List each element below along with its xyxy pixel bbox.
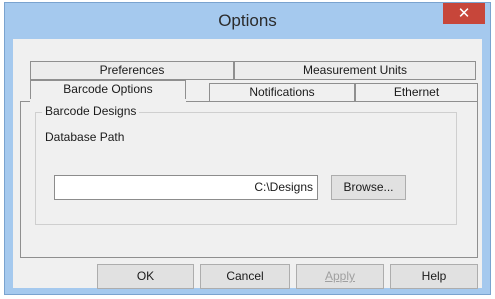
ok-label: OK	[136, 269, 155, 283]
tab-label: Barcode Options	[63, 82, 153, 96]
tab-notifications[interactable]: Notifications	[209, 83, 355, 102]
barcode-designs-group: Barcode Designs Database Path C:\Designs…	[35, 104, 457, 225]
apply-button[interactable]: Apply	[296, 264, 384, 289]
titlebar[interactable]: Options ✕	[5, 3, 490, 39]
options-dialog: Options ✕ Preferences Measurement Units …	[4, 2, 491, 295]
tab-panel-barcode-options: Barcode Designs Database Path C:\Designs…	[20, 101, 478, 258]
close-button[interactable]: ✕	[443, 3, 485, 24]
client-area: Preferences Measurement Units Barcode Op…	[13, 39, 482, 289]
tab-measurement-units[interactable]: Measurement Units	[234, 61, 476, 80]
help-label: Help	[421, 269, 447, 283]
browse-label: Browse...	[343, 180, 394, 194]
apply-label: Apply	[324, 269, 356, 283]
tab-label: Preferences	[99, 63, 165, 77]
group-title: Barcode Designs	[42, 104, 140, 118]
tab-label: Ethernet	[393, 85, 440, 99]
window-title: Options	[218, 11, 277, 30]
database-path-label: Database Path	[45, 130, 125, 144]
tab-preferences[interactable]: Preferences	[30, 61, 234, 80]
close-icon: ✕	[457, 5, 471, 22]
help-button[interactable]: Help	[390, 264, 478, 289]
database-path-field[interactable]: C:\Designs	[54, 175, 318, 200]
tab-ethernet[interactable]: Ethernet	[355, 83, 478, 102]
ok-button[interactable]: OK	[97, 264, 194, 289]
tab-label: Notifications	[249, 85, 315, 99]
panel-border	[20, 101, 30, 102]
cancel-button[interactable]: Cancel	[200, 264, 290, 289]
cancel-label: Cancel	[226, 269, 264, 283]
panel-border	[186, 101, 478, 102]
tab-barcode-options[interactable]: Barcode Options	[30, 80, 186, 99]
browse-button[interactable]: Browse...	[331, 175, 406, 200]
tab-label: Measurement Units	[302, 63, 408, 77]
